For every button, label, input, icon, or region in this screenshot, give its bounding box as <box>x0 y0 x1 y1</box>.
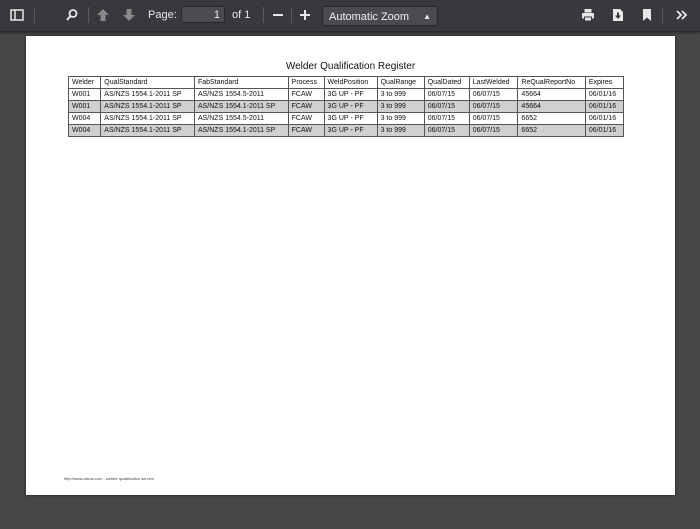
welder-register-table: Welder QualStandard FabStandard Process Weld… <box>67 76 625 137</box>
toolbar-separator <box>34 7 35 23</box>
table-cell: 3G UP - PF <box>323 112 378 125</box>
toolbar-separator <box>662 7 663 23</box>
table-cell: AS/NZS 1554.1-2011 SP <box>100 112 195 125</box>
table-body: W001 AS/NZS 1554.1-2011 SP AS/NZS 1554.5-2… <box>67 88 625 137</box>
table-cell: 06/07/15 <box>423 124 470 137</box>
table-cell: 3 to 999 <box>376 100 425 113</box>
toolbar-separator <box>263 7 264 23</box>
bookmark-icon[interactable] <box>635 3 659 27</box>
table-cell: AS/NZS 1554.1-2011 SP <box>193 100 289 113</box>
table-cell: AS/NZS 1554.1-2011 SP <box>100 88 195 101</box>
table-row: W004 AS/NZS 1554.1-2011 SP AS/NZS 1554.5-2… <box>67 112 625 125</box>
table-cell: 45664 <box>517 100 586 113</box>
table-cell: 06/07/15 <box>423 100 470 113</box>
arrow-up-icon[interactable] <box>91 3 115 27</box>
table-cell: 06/01/16 <box>584 100 625 113</box>
column-header: ReQualReportNo <box>517 76 586 89</box>
table-cell: 06/07/15 <box>468 112 519 125</box>
page-number-input[interactable]: 1 <box>181 6 225 23</box>
table-cell: 6652 <box>517 124 586 137</box>
table-cell: 06/07/15 <box>468 88 519 101</box>
page-count: of 1 <box>232 9 251 21</box>
table-row: W001 AS/NZS 1554.1-2011 SP AS/NZS 1554.1-2… <box>67 100 625 113</box>
print-icon[interactable] <box>576 3 600 27</box>
pdf-page: Welder Qualification Register Welder Qual… <box>26 36 675 495</box>
table-cell: 3G UP - PF <box>323 124 378 137</box>
table-cell: 3 to 999 <box>376 124 425 137</box>
table-cell: FCAW <box>287 100 325 113</box>
document-title: Welder Qualification Register <box>285 61 416 72</box>
column-header: QualRange <box>376 76 425 89</box>
zoom-select[interactable]: Automatic Zoom ▲ <box>322 6 438 26</box>
table-cell: AS/NZS 1554.5-2011 <box>193 88 289 101</box>
footer-url: http://www.vlsms.com - welder qualificat… <box>64 476 154 481</box>
toolbar-separator <box>88 7 89 23</box>
table-cell: 3G UP - PF <box>323 88 378 101</box>
table-cell: 3 to 999 <box>376 112 425 125</box>
column-header: Expires <box>584 76 625 89</box>
table-cell: 06/07/15 <box>468 124 519 137</box>
table-header-row: Welder QualStandard FabStandard Process Weld… <box>67 76 625 89</box>
table-cell: 06/07/15 <box>468 100 519 113</box>
pdf-toolbar: Page: 1 of 1 Automatic Zoom ▲ <box>0 0 700 32</box>
column-header: WeldPosition <box>323 76 378 89</box>
table-cell: FCAW <box>287 88 325 101</box>
zoom-value: Automatic Zoom <box>329 11 410 23</box>
table-cell: FCAW <box>287 124 325 137</box>
page-label: Page: <box>148 9 177 21</box>
column-header: FabStandard <box>193 76 289 89</box>
table-cell: W004 <box>67 124 102 137</box>
table-cell: 45664 <box>517 88 586 101</box>
column-header: Process <box>287 76 325 89</box>
chevron-down-icon: ▲ <box>423 12 431 21</box>
table-row: W001 AS/NZS 1554.1-2011 SP AS/NZS 1554.5-2… <box>67 88 625 101</box>
table-cell: 6652 <box>517 112 586 125</box>
table-cell: FCAW <box>287 112 325 125</box>
double-chevron-right-icon[interactable] <box>670 3 694 27</box>
minus-icon[interactable] <box>266 3 290 27</box>
column-header: LastWelded <box>468 76 519 89</box>
table-cell: 06/01/16 <box>584 88 625 101</box>
sidebar-toggle-icon[interactable] <box>5 3 29 27</box>
table-cell: AS/NZS 1554.1-2011 SP <box>193 124 289 137</box>
table-cell: 3 to 999 <box>376 88 425 101</box>
plus-icon[interactable] <box>293 3 317 27</box>
table-row: W004 AS/NZS 1554.1-2011 SP AS/NZS 1554.1-2… <box>67 124 625 137</box>
table-cell: 06/01/16 <box>584 124 625 137</box>
search-icon[interactable] <box>60 3 84 27</box>
table-cell: AS/NZS 1554.5-2011 <box>193 112 289 125</box>
arrow-down-icon[interactable] <box>117 3 141 27</box>
table-cell: AS/NZS 1554.1-2011 SP <box>100 100 195 113</box>
table-cell: 3G UP - PF <box>323 100 378 113</box>
table-cell: 06/01/16 <box>584 112 625 125</box>
table-cell: 06/07/15 <box>423 88 470 101</box>
table-cell: 06/07/15 <box>423 112 470 125</box>
column-header: Welder <box>67 76 102 89</box>
toolbar-separator <box>291 7 292 23</box>
table-cell: AS/NZS 1554.1-2011 SP <box>100 124 195 137</box>
column-header: QualDated <box>423 76 470 89</box>
download-icon[interactable] <box>606 3 630 27</box>
table-cell: W001 <box>67 100 102 113</box>
table-cell: W004 <box>67 112 102 125</box>
column-header: QualStandard <box>100 76 195 89</box>
table-cell: W001 <box>67 88 102 101</box>
